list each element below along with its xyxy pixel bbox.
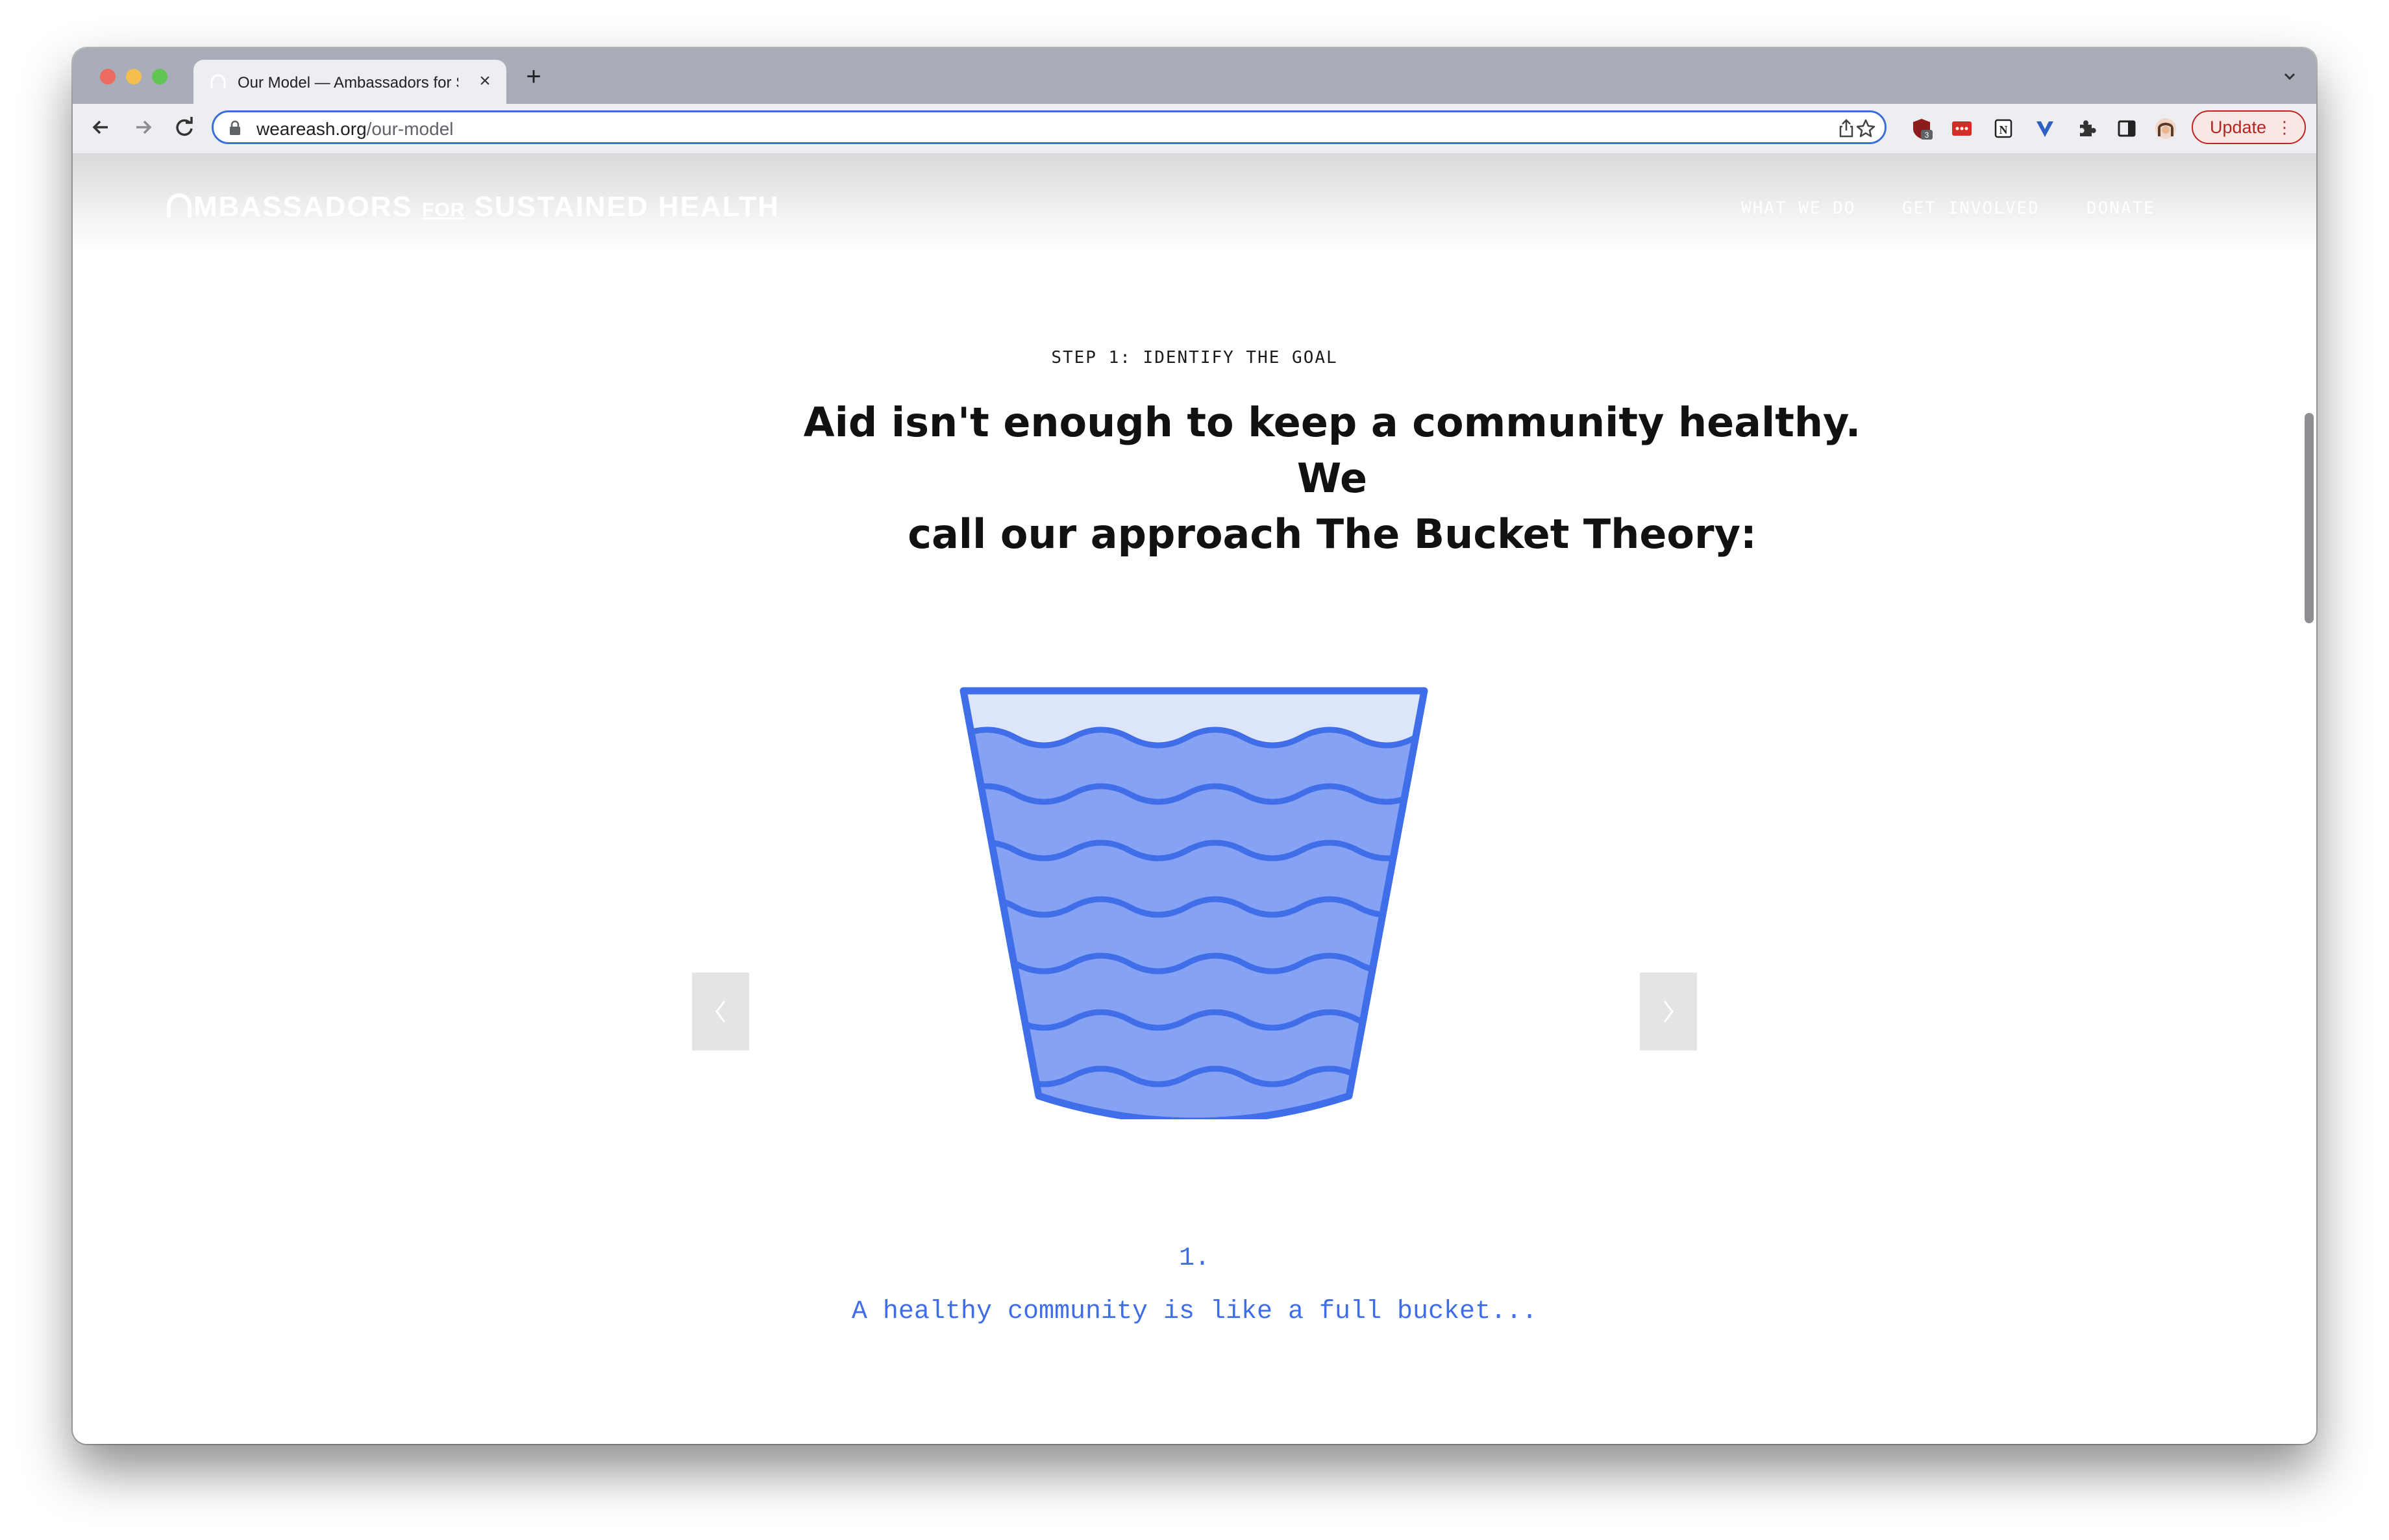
- lock-icon[interactable]: [228, 120, 242, 136]
- slide-caption: A healthy community is like a full bucke…: [851, 1297, 1538, 1326]
- logo-text-for: FOR: [422, 199, 465, 221]
- tab-strip: Our Model — Ambassadors for Sustained He…: [73, 48, 2316, 104]
- new-tab-button[interactable]: +: [521, 64, 547, 90]
- back-arrow-icon[interactable]: [87, 113, 116, 142]
- headline-line-1: Aid isn't enough to keep a community hea…: [803, 399, 1861, 502]
- share-icon[interactable]: [1835, 118, 1857, 140]
- nav-what-we-do[interactable]: WHAT WE DO: [1741, 199, 1856, 218]
- logo-text-1: MBASSADORS: [193, 191, 413, 223]
- puzzle-icon[interactable]: [2075, 117, 2098, 140]
- chevron-right-icon: [1663, 1000, 1674, 1023]
- url-text[interactable]: weareash.org/our-model: [256, 119, 454, 140]
- web-page: MBASSADORS FOR SUSTAINED HEALTH WHAT WE …: [73, 153, 2316, 1444]
- carousel-next-button[interactable]: [1640, 973, 1697, 1050]
- notion-letter: N: [1999, 123, 2008, 136]
- update-label: Update: [2210, 118, 2267, 137]
- section-headline: Aid isn't enough to keep a community hea…: [800, 395, 1864, 562]
- sidepanel-icon[interactable]: [2115, 117, 2138, 140]
- carousel-prev-button[interactable]: [692, 973, 749, 1050]
- browser-toolbar: weareash.org/our-model 3 N Update ⋮: [73, 104, 2316, 155]
- ublock-badge: 3: [1925, 130, 1929, 140]
- reload-icon[interactable]: [170, 113, 199, 142]
- star-icon[interactable]: [1855, 118, 1877, 140]
- slide-number: 1.: [1178, 1244, 1210, 1273]
- update-button[interactable]: Update ⋮: [2192, 110, 2306, 144]
- tab-title: Our Model — Ambassadors for Sustained He…: [238, 74, 458, 92]
- ublock-shield-icon[interactable]: 3: [1910, 117, 1933, 140]
- vimium-icon[interactable]: [2033, 117, 2057, 140]
- nav-donate[interactable]: DONATE: [2086, 199, 2155, 218]
- profile-avatar[interactable]: [2154, 117, 2177, 140]
- site-header: MBASSADORS FOR SUSTAINED HEALTH WHAT WE …: [73, 153, 2316, 251]
- address-bar[interactable]: weareash.org/our-model: [212, 110, 1887, 144]
- step-eyebrow: STEP 1: IDENTIFY THE GOAL: [1051, 348, 1338, 367]
- scrollbar-thumb[interactable]: [2305, 413, 2314, 623]
- nav-get-involved[interactable]: GET INVOLVED: [1902, 199, 2040, 218]
- site-logo[interactable]: MBASSADORS FOR SUSTAINED HEALTH: [165, 191, 780, 223]
- minimize-window-button[interactable]: [126, 69, 142, 84]
- tab-search-chevron-icon[interactable]: [2280, 66, 2299, 86]
- lastpass-icon[interactable]: [1950, 117, 1974, 140]
- active-tab[interactable]: Our Model — Ambassadors for Sustained He…: [193, 60, 506, 104]
- zoom-window-button[interactable]: [152, 69, 167, 84]
- chevron-left-icon: [715, 1000, 726, 1023]
- more-menu-icon[interactable]: ⋮: [2276, 112, 2293, 143]
- browser-window: Our Model — Ambassadors for Sustained He…: [73, 48, 2316, 1444]
- close-window-button[interactable]: [100, 69, 116, 84]
- tab-close-icon[interactable]: ×: [474, 70, 496, 92]
- notion-icon[interactable]: N: [1992, 117, 2015, 140]
- logo-text-2: SUSTAINED HEALTH: [474, 191, 780, 223]
- full-bucket-illustration: [959, 687, 1428, 1119]
- headline-line-2: call our approach The Bucket Theory:: [908, 510, 1757, 558]
- forward-arrow-icon[interactable]: [129, 113, 157, 142]
- logo-arch-icon: [167, 193, 192, 217]
- site-favicon-icon: [210, 74, 226, 88]
